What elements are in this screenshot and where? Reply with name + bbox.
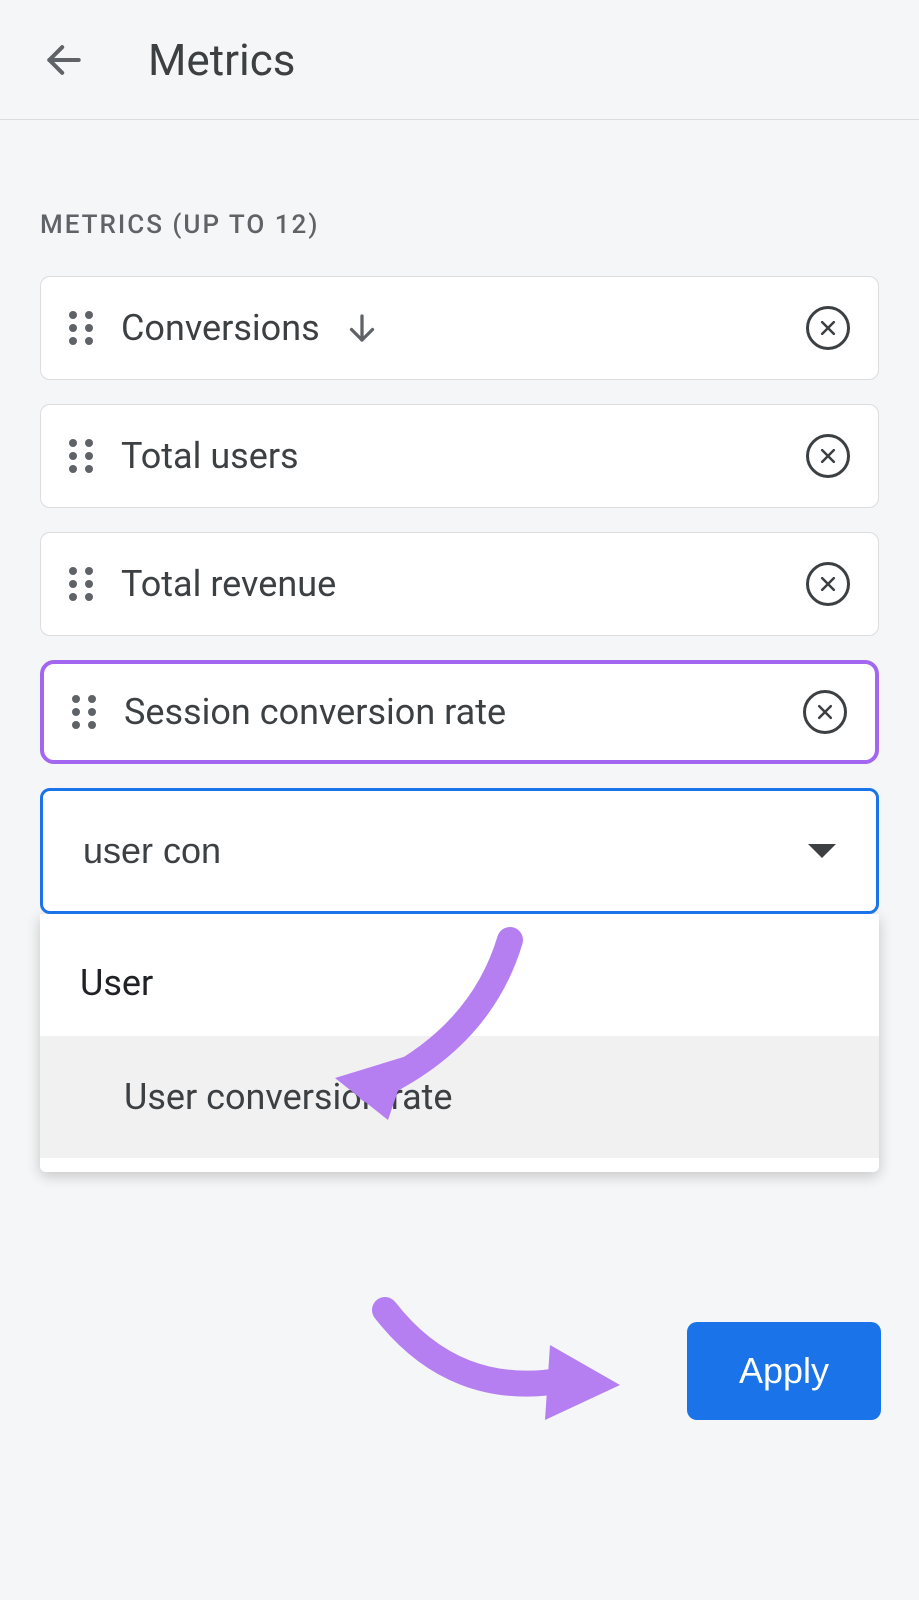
drag-handle-icon[interactable] (69, 567, 93, 601)
dropdown-group-header: User (40, 914, 879, 1036)
metric-row-conversions[interactable]: Conversions (40, 276, 879, 380)
drag-handle-icon[interactable] (69, 439, 93, 473)
metric-row-total-revenue[interactable]: Total revenue (40, 532, 879, 636)
caret-down-icon[interactable] (808, 844, 836, 858)
annotation-arrow-icon (355, 1290, 635, 1440)
add-metric-combobox[interactable] (40, 788, 879, 914)
metric-label: Total revenue (121, 563, 336, 605)
remove-button[interactable] (806, 434, 850, 478)
close-icon (815, 702, 835, 722)
arrow-left-icon (42, 38, 86, 82)
metric-row-total-users[interactable]: Total users (40, 404, 879, 508)
close-icon (818, 574, 838, 594)
section-label: METRICS (UP TO 12) (40, 210, 879, 240)
close-icon (818, 446, 838, 466)
page-title: Metrics (148, 34, 296, 86)
metric-label: Session conversion rate (124, 691, 506, 733)
remove-button[interactable] (803, 690, 847, 734)
dropdown-option-user-conversion-rate[interactable]: User conversion rate (40, 1036, 879, 1158)
content-area: METRICS (UP TO 12) Conversions Total use… (0, 120, 919, 1172)
metric-label: Conversions (121, 307, 320, 349)
metric-label: Total users (121, 435, 299, 477)
remove-button[interactable] (806, 562, 850, 606)
drag-handle-icon[interactable] (69, 311, 93, 345)
back-button[interactable] (40, 36, 88, 84)
close-icon (818, 318, 838, 338)
drag-handle-icon[interactable] (72, 695, 96, 729)
dropdown-panel: User User conversion rate (40, 914, 879, 1172)
add-metric-input[interactable] (83, 830, 808, 872)
apply-button[interactable]: Apply (687, 1322, 881, 1420)
remove-button[interactable] (806, 306, 850, 350)
arrow-down-icon[interactable] (344, 310, 380, 346)
metric-row-session-conversion-rate[interactable]: Session conversion rate (40, 660, 879, 764)
header: Metrics (0, 0, 919, 120)
